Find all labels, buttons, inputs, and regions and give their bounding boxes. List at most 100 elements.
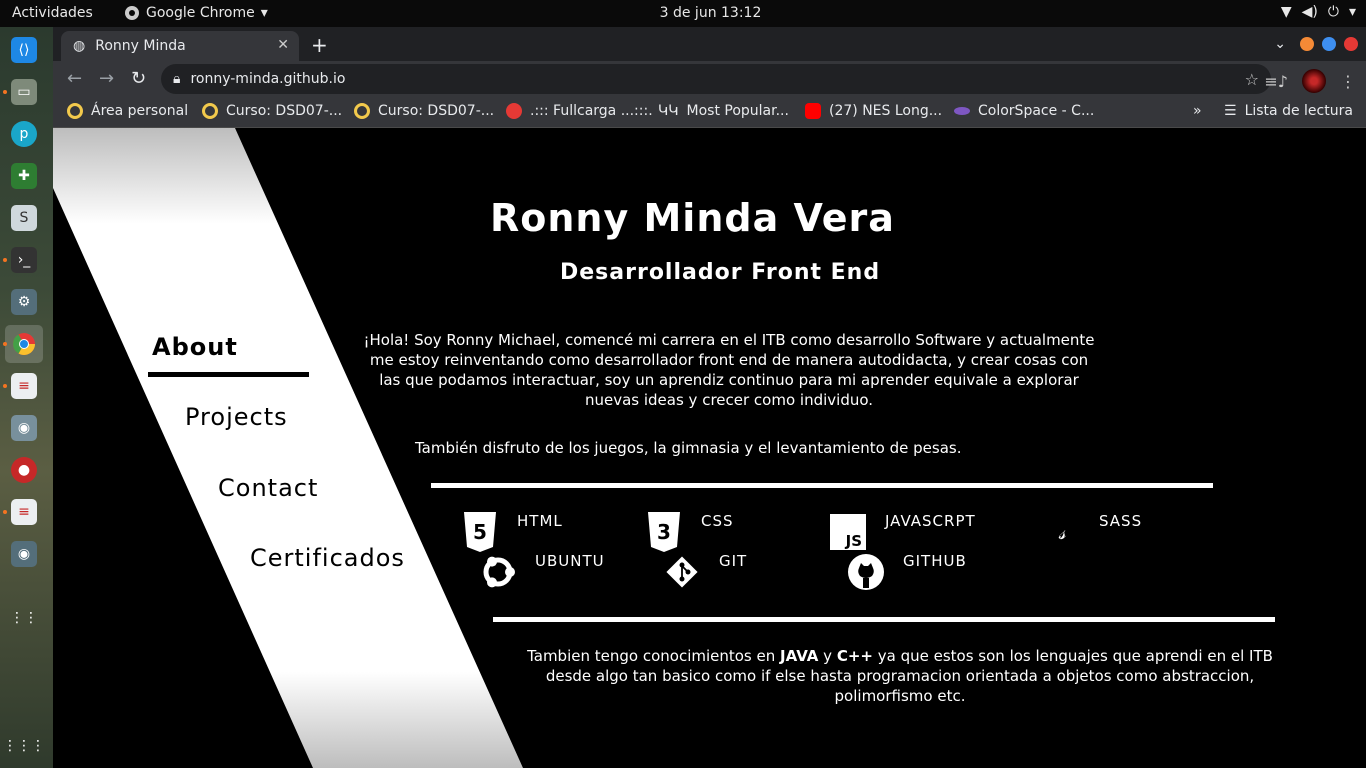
clock[interactable]: 3 de jun 13:12 bbox=[0, 5, 1366, 21]
languages-text: Tambien tengo conocimientos en bbox=[527, 647, 781, 665]
system-tray[interactable]: ▼ ◀) ⏻ ▾ bbox=[1281, 4, 1356, 20]
language-cpp: C++ bbox=[836, 647, 873, 665]
tab-search-icon[interactable]: ⌄ bbox=[1274, 36, 1286, 52]
bookmark-item[interactable]: ColorSpace - C... bbox=[954, 103, 1094, 119]
app-grid-icon[interactable]: ⋮⋮ bbox=[10, 605, 38, 631]
chrome-alt-icon[interactable]: ● bbox=[11, 457, 37, 483]
qualitas-icon bbox=[202, 103, 218, 119]
skill-html: 5 HTML bbox=[461, 512, 563, 552]
divider bbox=[493, 617, 1275, 622]
skill-git: GIT bbox=[663, 552, 747, 592]
address-bar[interactable]: 🔒︎ ronny-minda.github.io ☆ bbox=[161, 64, 1271, 94]
software-icon[interactable]: S bbox=[11, 205, 37, 231]
skill-label: GITHUB bbox=[903, 552, 967, 570]
volume-icon: ◀) bbox=[1301, 4, 1318, 20]
skill-github: GITHUB bbox=[847, 552, 967, 592]
running-indicator bbox=[3, 384, 7, 388]
bookmark-label: .::: Fullcarga ...:::. bbox=[530, 103, 653, 119]
bookmark-label: Curso: DSD07-... bbox=[378, 103, 495, 119]
running-indicator bbox=[3, 90, 7, 94]
svg-text:5: 5 bbox=[473, 520, 487, 544]
divider bbox=[431, 483, 1213, 488]
svg-text:3: 3 bbox=[657, 520, 671, 544]
forward-button[interactable]: → bbox=[99, 68, 114, 89]
portfolio-page: About Projects Contact Certificados Ronn… bbox=[53, 128, 1366, 768]
system-top-bar: Actividades Google Chrome ▾ 3 de jun 13:… bbox=[0, 0, 1366, 27]
bookmarks-bar: Área personal Curso: DSD07-... Curso: DS… bbox=[53, 97, 1366, 128]
close-window-button[interactable] bbox=[1344, 37, 1358, 51]
skill-css: 3 CSS bbox=[645, 512, 734, 552]
show-apps-icon[interactable]: ⋮⋮⋮ bbox=[3, 733, 45, 759]
vscode-icon[interactable]: ⟨⟩ bbox=[11, 37, 37, 63]
sass-icon: 𝓈 bbox=[1058, 520, 1066, 544]
github-icon bbox=[847, 552, 885, 592]
files-icon[interactable]: ▭ bbox=[11, 79, 37, 105]
skill-label: CSS bbox=[701, 512, 734, 530]
bookmark-label: (27) NES Long... bbox=[829, 103, 943, 119]
qualitas-icon bbox=[67, 103, 83, 119]
settings-icon[interactable]: ⚙ bbox=[11, 289, 37, 315]
skill-label: GIT bbox=[719, 552, 748, 570]
active-nav-underline bbox=[148, 372, 309, 377]
bookmark-item[interactable]: (27) NES Long... bbox=[805, 103, 942, 119]
menu-icon[interactable]: ⋮ bbox=[1340, 72, 1356, 91]
chrome-dock-icon[interactable] bbox=[5, 325, 43, 363]
language-java: JAVA bbox=[780, 647, 819, 665]
skill-label: JAVASCRPT bbox=[885, 512, 976, 530]
nav-contact[interactable]: Contact bbox=[218, 474, 318, 502]
bookmark-item[interactable]: .::: Fullcarga ...:::. bbox=[506, 103, 653, 119]
power-icon: ⏻ bbox=[1327, 4, 1339, 20]
nav-about[interactable]: About bbox=[152, 333, 238, 361]
page-title: Ronny Minda Vera bbox=[490, 196, 895, 240]
nav-certificates[interactable]: Certificados bbox=[250, 544, 405, 572]
new-tab-button[interactable]: + bbox=[311, 33, 328, 57]
bookmark-item[interactable]: ԿԿ Most Popular... bbox=[658, 103, 789, 119]
document-icon[interactable]: ≡ bbox=[11, 499, 37, 525]
imdb-icon: ԿԿ bbox=[658, 103, 679, 119]
skill-javascript: JS JAVASCRPT bbox=[829, 512, 976, 552]
languages-text: y bbox=[818, 647, 837, 665]
languages-paragraph: Tambien tengo conocimientos en JAVA y C+… bbox=[505, 646, 1295, 706]
ubuntu-icon bbox=[479, 552, 517, 592]
bookmark-label: Área personal bbox=[91, 103, 189, 119]
maximize-button[interactable] bbox=[1322, 37, 1336, 51]
terminal-icon[interactable]: ›_ bbox=[11, 247, 37, 273]
skill-label: SASS bbox=[1099, 512, 1143, 530]
media-icon[interactable]: ≡♪ bbox=[1264, 72, 1288, 91]
dock: ⟨⟩ ▭ p ✚ S ›_ ⚙ ≡ ◉ ● ≡ ◉ ⋮⋮ ⋮⋮⋮ bbox=[0, 27, 53, 768]
globe-icon: ◍ bbox=[73, 38, 86, 54]
document-icon[interactable]: ≡ bbox=[11, 373, 37, 399]
bookmark-label: Most Popular... bbox=[686, 103, 789, 119]
nav-projects[interactable]: Projects bbox=[185, 403, 288, 431]
disk-icon[interactable]: ◉ bbox=[11, 541, 37, 567]
chevron-down-icon: ▾ bbox=[1348, 4, 1356, 20]
bookmark-label: Curso: DSD07-... bbox=[226, 103, 343, 119]
reload-button[interactable]: ↻ bbox=[131, 68, 146, 89]
bookmark-label: ColorSpace - C... bbox=[978, 103, 1095, 119]
lock-icon: 🔒︎ bbox=[173, 71, 181, 87]
puzzle-icon[interactable]: ✚ bbox=[11, 163, 37, 189]
bookmark-item[interactable]: Área personal bbox=[67, 103, 188, 119]
page-subtitle: Desarrollador Front End bbox=[560, 260, 881, 285]
disk-icon[interactable]: ◉ bbox=[11, 415, 37, 441]
reading-list-button[interactable]: ☰ Lista de lectura bbox=[1224, 103, 1353, 119]
youtube-icon bbox=[805, 103, 821, 119]
reading-list-label: Lista de lectura bbox=[1244, 103, 1353, 119]
fullcarga-icon bbox=[506, 103, 522, 119]
about-paragraph: ¡Hola! Soy Ronny Michael, comencé mi car… bbox=[363, 331, 1095, 409]
hobbies-paragraph: También disfruto de los juegos, la gimna… bbox=[415, 439, 962, 457]
back-button[interactable]: ← bbox=[67, 68, 82, 89]
tab-title: Ronny Minda bbox=[95, 38, 186, 54]
wifi-icon: ▼ bbox=[1280, 4, 1292, 20]
bookmark-item[interactable]: Curso: DSD07-... bbox=[354, 103, 494, 119]
star-icon[interactable]: ☆ bbox=[1245, 70, 1259, 89]
close-icon[interactable]: ✕ bbox=[277, 37, 289, 53]
running-indicator bbox=[3, 342, 7, 346]
bookmark-item[interactable]: Curso: DSD07-... bbox=[202, 103, 342, 119]
postman-like-icon[interactable]: p bbox=[11, 121, 37, 147]
minimize-button[interactable] bbox=[1300, 37, 1314, 51]
avatar[interactable] bbox=[1302, 69, 1326, 93]
running-indicator bbox=[3, 258, 7, 262]
more-bookmarks-button[interactable]: » bbox=[1193, 103, 1202, 119]
tab-ronny-minda[interactable]: ◍ Ronny Minda ✕ bbox=[61, 31, 299, 61]
